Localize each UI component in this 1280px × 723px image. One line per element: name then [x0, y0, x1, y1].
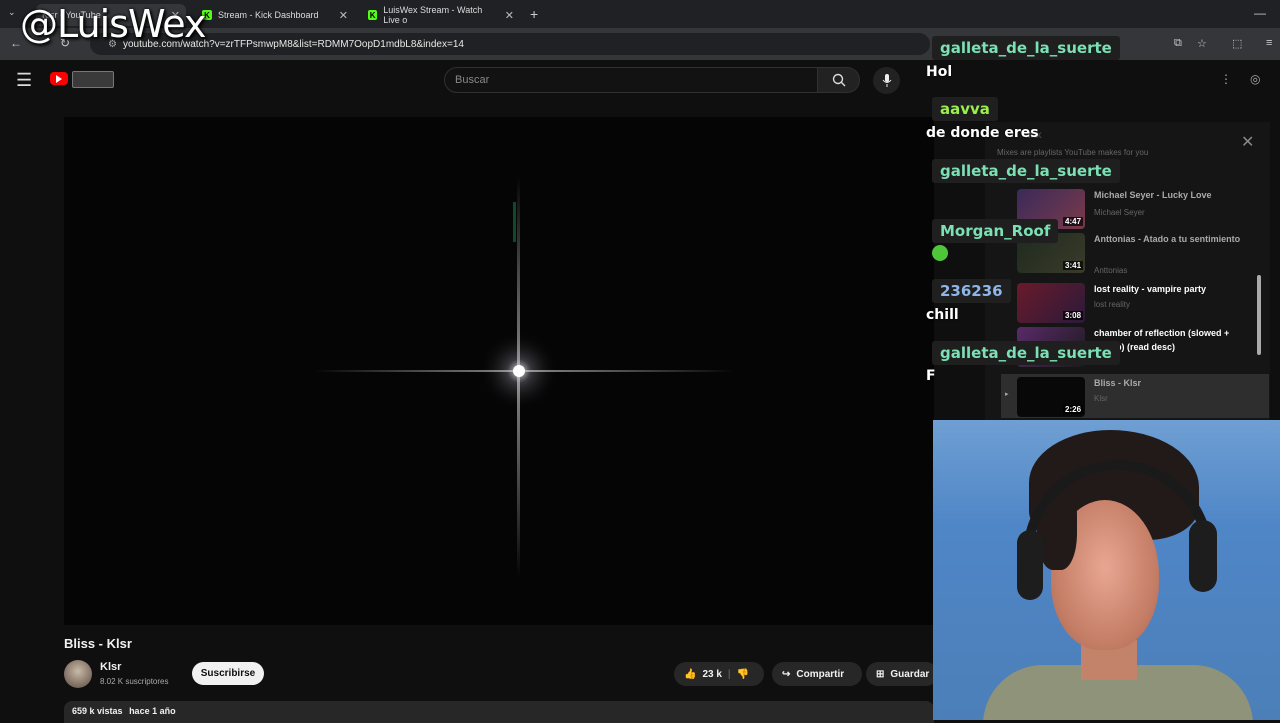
playlist-item-title: lost reality - vampire party [1094, 284, 1207, 294]
video-frame [64, 117, 934, 625]
install-icon[interactable]: ⧉ [1174, 37, 1182, 50]
bookmark-star-icon[interactable]: ☆ [1197, 37, 1207, 50]
like-icon[interactable]: 👍 [684, 669, 696, 680]
view-count: 659 k vistas [72, 706, 123, 716]
voice-search-button[interactable] [873, 67, 900, 94]
search-input[interactable]: Buscar [444, 67, 818, 93]
divider: | [727, 668, 731, 680]
chat-message: de donde eres [926, 125, 1039, 141]
playlist-subtitle: Mixes are playlists YouTube makes for yo… [997, 148, 1149, 157]
subscribe-button[interactable]: Suscribirse [192, 662, 264, 685]
like-count[interactable]: 23 k [702, 669, 721, 680]
new-tab-icon[interactable]: + [530, 6, 538, 22]
playlist-item-title: Anttonias - Atado a tu sentimiento [1094, 234, 1241, 244]
chat-username: galleta_de_la_suerte [932, 159, 1120, 183]
playlist-item-title: Bliss - Klsr [1094, 378, 1142, 388]
subscriber-count: 8.02 K suscriptores [100, 677, 169, 686]
url-field[interactable]: ⚙ youtube.com/watch?v=zrTFPsmwpM8&list=R… [90, 33, 930, 55]
tab-kick-dashboard[interactable]: K Stream - Kick Dashboard ✕ [196, 4, 354, 26]
streamer-watermark: @LuisWex [20, 2, 206, 46]
like-dislike-group: 👍 23 k | 👎 [674, 662, 764, 686]
share-label: Compartir [796, 668, 845, 680]
minimize-icon[interactable]: — [1254, 6, 1266, 20]
save-button[interactable]: ⊞ Guardar [866, 662, 938, 686]
chat-message: F [926, 368, 936, 384]
channel-avatar[interactable] [64, 660, 92, 688]
share-button[interactable]: ↪ Compartir [772, 662, 862, 686]
video-duration: 2:26 [1063, 405, 1084, 414]
upload-age: hace 1 año [129, 706, 176, 716]
search-placeholder: Buscar [455, 74, 490, 86]
youtube-logo-badge [72, 71, 114, 88]
chat-username: Morgan_Roof [932, 219, 1059, 243]
extensions-icon[interactable]: ⬚ [1232, 37, 1242, 50]
microphone-icon [882, 73, 891, 87]
playlist-item-current[interactable]: ▸ 2:26 Bliss - Klsr Klsr [1001, 374, 1269, 418]
headset-cup [1189, 520, 1217, 592]
playlist-scrollbar[interactable] [1257, 275, 1261, 355]
dislike-icon[interactable]: 👎 [737, 669, 749, 680]
save-label: Guardar [890, 668, 930, 680]
account-icon[interactable]: ◎ [1250, 72, 1260, 86]
headset-cup [1017, 530, 1043, 600]
playlist-item-author: Michael Seyer [1094, 208, 1145, 217]
chat-username: aavva [932, 97, 998, 121]
tab-luiswex-stream[interactable]: K LuisWex Stream - Watch Live o ✕ [362, 4, 520, 26]
chat-message: chill [926, 307, 959, 323]
kick-icon: K [368, 10, 378, 20]
video-player[interactable] [64, 117, 934, 625]
save-icon: ⊞ [876, 668, 885, 680]
video-title: Bliss - Klsr [64, 636, 132, 651]
close-icon[interactable]: ✕ [1241, 132, 1254, 152]
video-duration: 3:08 [1063, 311, 1084, 320]
chat-username: 236236 [932, 279, 1011, 303]
youtube-logo-icon[interactable] [50, 72, 68, 85]
browser-menu-icon[interactable]: ≡ [1266, 37, 1272, 49]
search-button[interactable] [818, 67, 860, 93]
playlist-item-author: lost reality [1094, 300, 1131, 309]
chat-username: galleta_de_la_suerte [932, 36, 1120, 60]
tab-list-chevron-icon[interactable]: ⌄ [8, 7, 16, 18]
emote-icon [932, 245, 948, 261]
tab-label: Stream - Kick Dashboard [218, 10, 319, 20]
webcam-feed [933, 420, 1280, 720]
playlist-item-author: Anttonias [1094, 266, 1128, 275]
now-playing-icon: ▸ [1005, 391, 1009, 398]
video-duration: 4:47 [1063, 217, 1084, 226]
chat-username: galleta_de_la_suerte [932, 341, 1120, 365]
playlist-item-title: Michael Seyer - Lucky Love [1094, 190, 1212, 200]
hamburger-menu-icon[interactable]: ☰ [16, 70, 32, 91]
playlist-item[interactable]: 3:08 lost reality - vampire party lost r… [1001, 280, 1269, 330]
share-icon: ↪ [782, 668, 791, 680]
close-tab-icon[interactable]: ✕ [339, 9, 348, 22]
chat-message: Hol [926, 64, 953, 80]
channel-name[interactable]: Klsr [100, 661, 121, 673]
tab-label: LuisWex Stream - Watch Live o [383, 5, 483, 25]
more-options-icon[interactable]: ⋮ [1220, 72, 1232, 86]
video-duration: 3:41 [1063, 261, 1084, 270]
search-icon [832, 73, 845, 87]
playlist-item-author: Klsr [1094, 394, 1108, 403]
close-tab-icon[interactable]: ✕ [505, 9, 514, 22]
